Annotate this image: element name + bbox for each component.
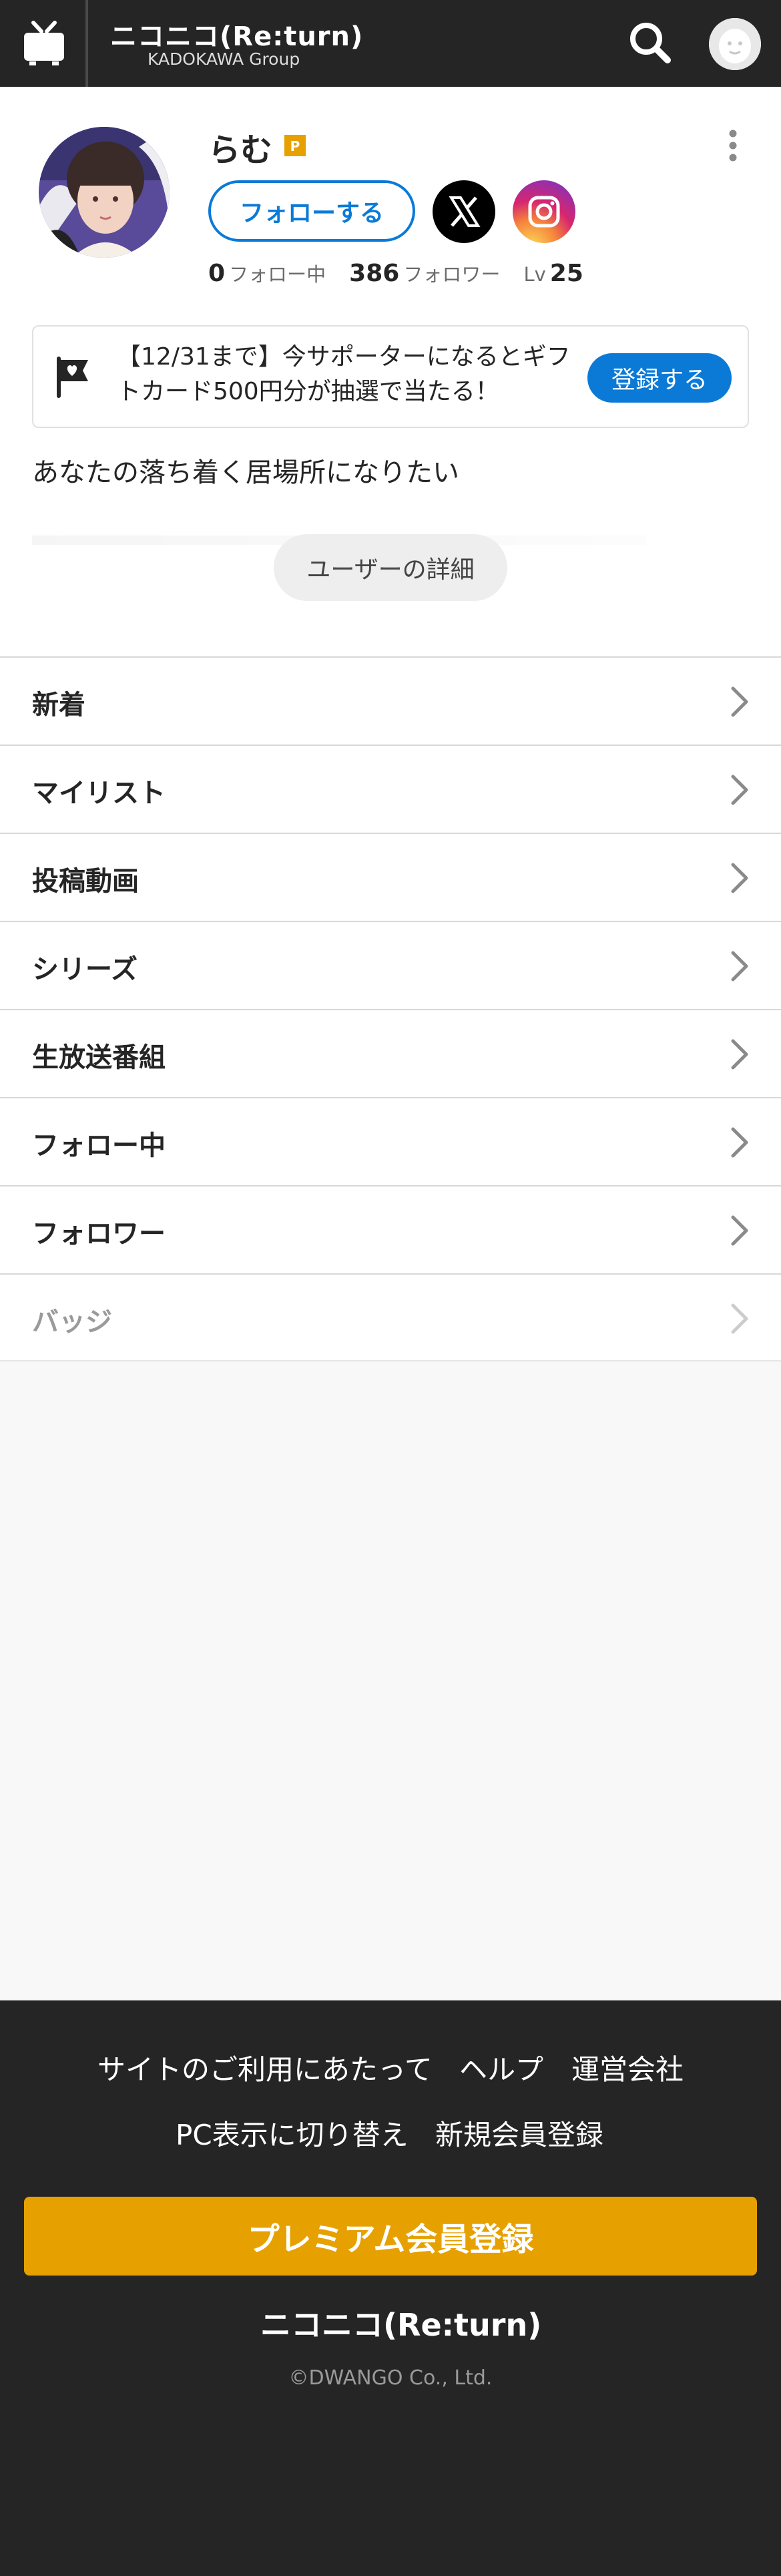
profile-section: らむ P フォローする 0 フォロー中 386 フォロワー Lv 25 【12/…	[0, 87, 781, 658]
follow-button[interactable]: フォローする	[208, 180, 415, 242]
footer-link-terms[interactable]: サイトのご利用にあたって	[97, 2047, 433, 2088]
banner-text: 【12/31まで】今サポーターになるとギフトカード500円分が抽選で当たる！	[117, 343, 571, 405]
instagram-link-button[interactable]	[513, 180, 575, 243]
more-menu-button[interactable]	[721, 124, 745, 170]
menu-item-label: フォロー中	[32, 1130, 166, 1161]
user-avatar-icon	[709, 18, 761, 70]
premium-badge-icon: P	[284, 135, 306, 156]
chevron-right-icon	[731, 775, 748, 805]
menu-item-mylist[interactable]: マイリスト	[0, 744, 781, 833]
logo-text: ニコニコ(Re:turn)	[110, 21, 364, 52]
footer-link-signup[interactable]: 新規会員登録	[435, 2113, 603, 2153]
user-menu-list: 新着 マイリスト 投稿動画 シリーズ 生放送番組 フォロー中 フォロワー バッジ	[0, 656, 781, 1361]
footer-logo[interactable]: ニコニコ(Re:turn)	[260, 2301, 541, 2345]
chevron-right-icon	[731, 951, 748, 982]
supporter-banner[interactable]: 【12/31まで】今サポーターになるとギフトカード500円分が抽選で当たる！ 登…	[32, 325, 749, 428]
follow-stats: 0 フォロー中 386 フォロワー Lv 25	[208, 259, 676, 292]
chevron-right-icon	[731, 1215, 748, 1246]
copyright-text: ©DWANGO Co., Ltd.	[288, 2366, 493, 2390]
header-divider	[85, 0, 88, 87]
instagram-icon	[513, 180, 575, 243]
premium-badge-letter: P	[290, 138, 300, 154]
footer-link-company[interactable]: 運営会社	[571, 2047, 684, 2088]
account-button[interactable]	[709, 18, 761, 70]
menu-item-label: シリーズ	[32, 954, 138, 985]
logo-subtext: KADOKAWA Group	[148, 49, 300, 69]
profile-photo-icon	[39, 127, 170, 258]
site-header: ニコニコ(Re:turn) KADOKAWA Group	[0, 0, 781, 87]
supporter-register-button[interactable]: 登録する	[587, 353, 732, 403]
search-button[interactable]	[621, 13, 681, 73]
menu-item-label: フォロワー	[32, 1219, 166, 1249]
more-vertical-icon	[729, 130, 737, 162]
site-footer: サイトのご利用にあたって ヘルプ 運営会社 PC表示に切り替え 新規会員登録 プ…	[0, 2000, 781, 2576]
search-icon	[630, 23, 671, 63]
user-bio: あなたの落ち着く居場所になりたい	[32, 457, 459, 488]
chevron-right-icon	[731, 1039, 748, 1070]
site-logo[interactable]: ニコニコ(Re:turn) KADOKAWA Group	[110, 13, 362, 73]
flag-heart-icon	[53, 355, 93, 399]
chevron-right-icon	[731, 686, 748, 717]
followers-label[interactable]: フォロワー	[403, 263, 500, 286]
chevron-right-icon	[731, 1303, 748, 1334]
following-count[interactable]: 0	[208, 260, 225, 287]
menu-item-label: バッジ	[32, 1307, 112, 1337]
x-link-button[interactable]	[433, 180, 495, 243]
menu-item-following[interactable]: フォロー中	[0, 1097, 781, 1185]
footer-link-pc-view[interactable]: PC表示に切り替え	[176, 2113, 409, 2153]
menu-item-label: 投稿動画	[32, 866, 139, 897]
menu-item-live[interactable]: 生放送番組	[0, 1009, 781, 1097]
menu-item-label: マイリスト	[32, 778, 166, 809]
menu-item-label: 生放送番組	[32, 1042, 166, 1073]
menu-item-new[interactable]: 新着	[0, 656, 781, 744]
menu-item-followers[interactable]: フォロワー	[0, 1185, 781, 1273]
followers-count[interactable]: 386	[349, 260, 399, 287]
level-value: 25	[549, 260, 583, 287]
tv-icon	[24, 21, 64, 65]
level-label: Lv	[523, 263, 546, 286]
chevron-right-icon	[731, 1127, 748, 1158]
home-button[interactable]	[0, 0, 87, 87]
menu-item-label: 新着	[32, 690, 85, 720]
menu-item-badges: バッジ	[0, 1273, 781, 1361]
menu-item-videos[interactable]: 投稿動画	[0, 833, 781, 921]
profile-avatar[interactable]	[39, 127, 170, 258]
following-label[interactable]: フォロー中	[229, 263, 326, 286]
menu-item-series[interactable]: シリーズ	[0, 921, 781, 1009]
user-name: らむ	[208, 132, 273, 169]
chevron-right-icon	[731, 863, 748, 893]
premium-register-button[interactable]: プレミアム会員登録	[24, 2197, 757, 2276]
footer-link-help[interactable]: ヘルプ	[459, 2047, 543, 2088]
user-detail-button[interactable]: ユーザーの詳細	[274, 534, 507, 601]
x-logo-icon	[449, 196, 481, 227]
premium-badge: P	[283, 134, 307, 158]
